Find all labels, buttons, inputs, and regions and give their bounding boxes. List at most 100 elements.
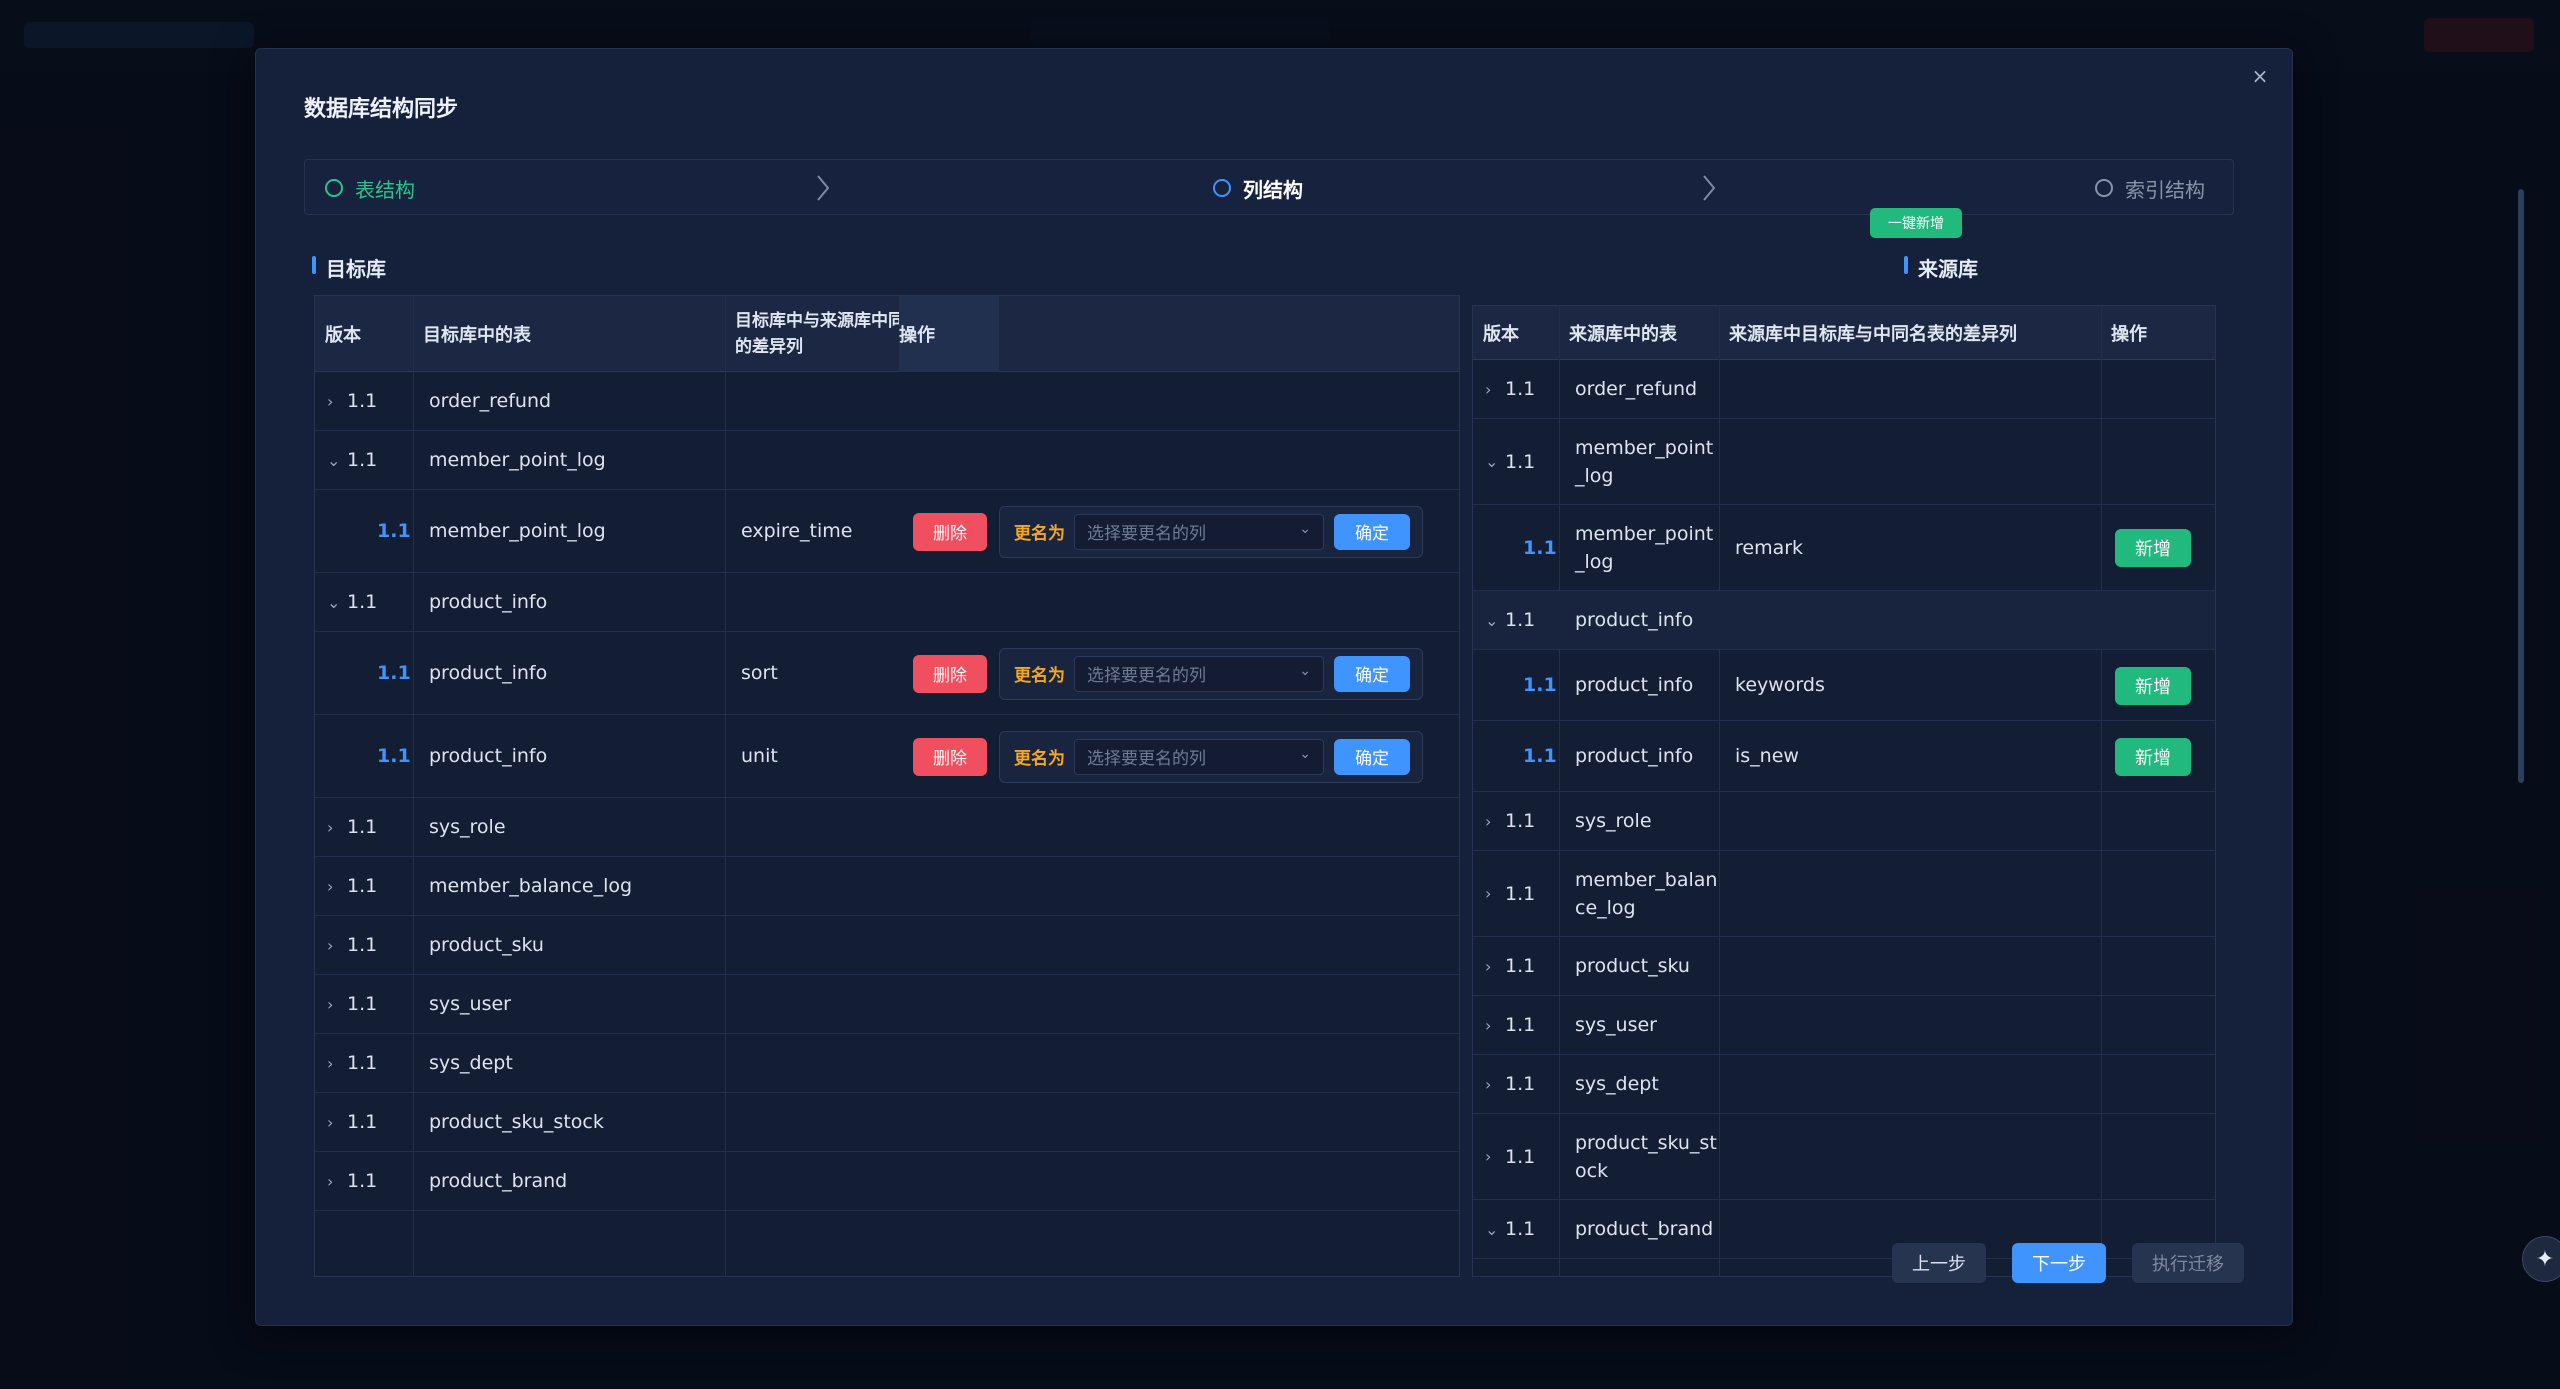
chevron-down-icon[interactable]: ⌄ [1485,611,1505,630]
table-row: ⌄ 1.1 product_info [1473,591,2215,650]
version-cell[interactable]: › 1.1 [1485,996,1535,1054]
version-cell[interactable]: › 1.1 [327,916,377,974]
chevron-down-icon[interactable]: ⌄ [1485,1220,1505,1239]
table-row: ⌄ 1.1 product_info [315,573,1459,632]
sync-modal: 数据库结构同步 表结构 列结构 索引结构 目标库 来源库 版本 目标库中的表 目标库… [255,48,2524,1326]
table-name-cell: product_brand [429,1170,568,1192]
chevron-right-icon [815,160,831,216]
chevron-down-icon[interactable]: ⌄ [1485,452,1505,471]
column-header-table: 目标库中的表 [423,325,531,346]
version-cell[interactable]: › 1.1 [1485,792,1535,850]
chevron-right-icon[interactable]: › [1485,957,1505,976]
steps-bar: 表结构 列结构 索引结构 [304,159,2234,215]
confirm-rename-button[interactable]: 确定 [1334,513,1410,550]
table-name-cell: sys_user [1575,996,1657,1054]
version-cell[interactable]: › 1.1 [327,1034,377,1092]
step-column-structure[interactable]: 列结构 [1213,160,1303,216]
chevron-right-icon[interactable]: › [1485,812,1505,831]
modal-scrollbar[interactable] [2518,189,2524,783]
chevron-right-icon[interactable]: › [327,818,347,837]
table-row: 1.1 member_point _log remark 新增 [1473,505,2215,591]
step-index-structure[interactable]: 索引结构 [2095,160,2205,216]
version-cell[interactable]: › 1.1 [1485,1114,1535,1199]
version-cell[interactable]: ⌄ 1.1 [327,431,377,489]
chevron-right-icon[interactable]: › [327,936,347,955]
step-table-structure[interactable]: 表结构 [325,160,415,216]
add-column-button[interactable]: 新增 [2115,737,2191,776]
table-row: › 1.1 order_refund [315,372,1459,431]
table-row: ›1.1 member_balan ce_log [1473,851,2215,937]
version-cell[interactable]: › 1.1 [327,975,377,1033]
table-name-cell: product_sku [429,934,544,956]
next-step-button[interactable]: 下一步 [2012,1243,2106,1283]
table-name-cell: sys_dept [1575,1055,1659,1113]
execute-migration-button[interactable]: 执行迁移 [2132,1243,2244,1283]
table-name-line: ock [1575,1159,1609,1182]
chevron-right-icon[interactable]: › [1485,1016,1505,1035]
table-row: › 1.1 product_brand [315,1152,1459,1211]
version-cell[interactable]: ⌄ 1.1 [1485,1200,1535,1258]
version-cell: 1.1 [1523,721,1557,791]
version-cell[interactable]: › 1.1 [1485,360,1535,418]
assistant-sparkle-icon[interactable]: ✦ [2522,1236,2560,1282]
chevron-right-icon[interactable]: › [327,1054,347,1073]
chevron-right-icon[interactable]: › [1485,884,1505,903]
version-text: 1.1 [1505,1014,1536,1036]
version-cell[interactable]: › 1.1 [1485,851,1535,936]
version-text: 1.1 [1505,378,1536,400]
chevron-right-icon[interactable]: › [327,1172,347,1191]
chevron-down-icon: ⌄ [1299,520,1311,537]
table-name-cell: member_point_log [429,449,606,471]
delete-column-button[interactable]: 删除 [913,512,987,551]
rename-column-select[interactable]: 选择要更名的列 ⌄ [1074,513,1324,550]
confirm-rename-button[interactable]: 确定 [1334,655,1410,692]
table-name-line: ce_log [1575,896,1636,919]
version-cell[interactable]: ⌄ 1.1 [327,573,377,631]
add-all-button[interactable]: 一键新增 [1870,208,1962,238]
column-header-table: 来源库中的表 [1569,324,1677,345]
rename-column-select[interactable]: 选择要更名的列 ⌄ [1074,738,1324,775]
version-cell[interactable]: › 1.1 [1485,937,1535,995]
chevron-down-icon[interactable]: ⌄ [327,451,347,470]
version-cell[interactable]: › 1.1 [327,1093,377,1151]
close-icon[interactable]: × [2248,64,2272,88]
version-cell[interactable]: ⌄ 1.1 [1485,419,1535,504]
version-cell[interactable]: ⌄ 1.1 [1485,591,1535,649]
table-row: ⌄1.1 member_point_log [315,431,1459,490]
column-header-action: 操作 [2111,324,2147,345]
version-cell: 1.1 [377,632,411,714]
table-name-line: product_brand [1575,1218,1714,1240]
delete-column-button[interactable]: 删除 [913,654,987,693]
chevron-right-icon[interactable]: › [1485,1147,1505,1166]
confirm-rename-button[interactable]: 确定 [1334,738,1410,775]
add-column-button[interactable]: 新增 [2115,529,2191,567]
version-cell[interactable]: › 1.1 [327,1152,377,1210]
chevron-right-icon[interactable]: › [327,1113,347,1132]
chevron-right-icon[interactable]: › [327,995,347,1014]
table-row: › 1.1 order_refund [1473,360,2215,419]
add-column-button[interactable]: 新增 [2115,666,2191,705]
table-name-line: member_point [1575,436,1714,459]
table-row: ⌄1.1member_point_log [1473,419,2215,505]
version-text: 1.1 [347,390,378,412]
version-cell[interactable]: › 1.1 [327,372,377,430]
version-cell: 1.1 [1523,505,1557,590]
version-cell: 1.1 [377,715,411,797]
table-name-cell: product_info [1575,591,1693,649]
table-row: 1.1 product_info sort 删除 更名为 选择要更名的列 ⌄ 确定 [315,632,1459,715]
version-cell[interactable]: › 1.1 [1485,1055,1535,1113]
chevron-right-icon[interactable]: › [1485,380,1505,399]
version-text: 1.1 [347,591,378,613]
table-name-line: product_sku_st [1575,1131,1717,1154]
chevron-right-icon[interactable]: › [327,392,347,411]
version-text: 1.1 [347,449,378,471]
version-cell[interactable]: › 1.1 [327,798,377,856]
delete-column-button[interactable]: 删除 [913,737,987,776]
rename-column-select[interactable]: 选择要更名的列 ⌄ [1074,655,1324,692]
prev-step-button[interactable]: 上一步 [1892,1243,1986,1283]
version-cell[interactable]: › 1.1 [327,857,377,915]
table-name-cell: product_sku_stock [429,1111,604,1133]
chevron-right-icon[interactable]: › [1485,1075,1505,1094]
chevron-right-icon[interactable]: › [327,877,347,896]
chevron-down-icon[interactable]: ⌄ [327,593,347,612]
